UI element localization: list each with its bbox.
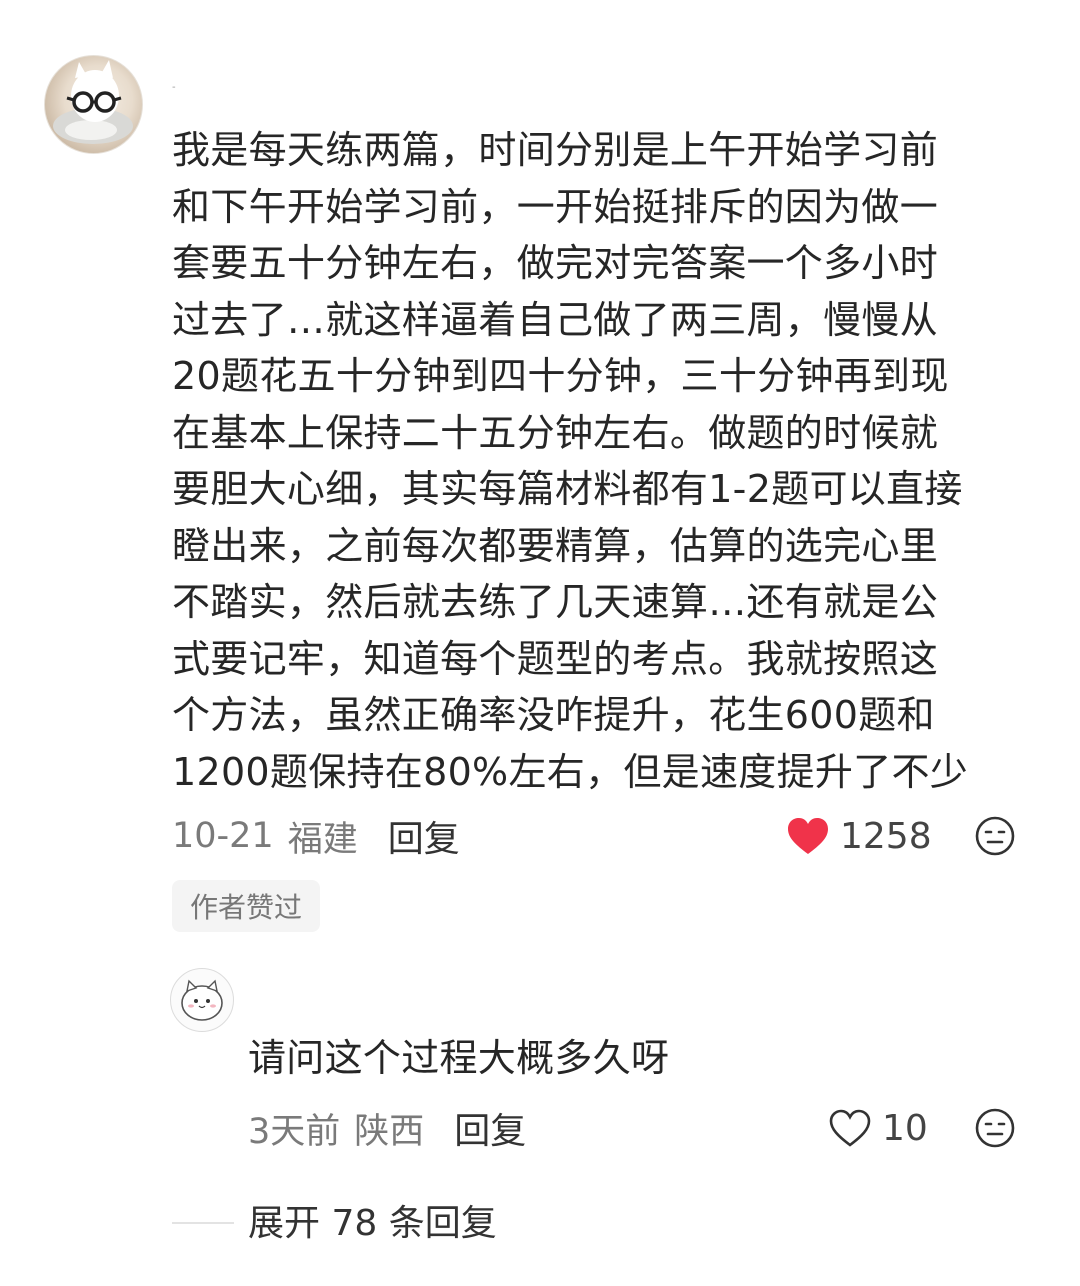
avatar-cat-with-glasses-icon xyxy=(53,60,133,144)
avatar-cartoon-cat-icon xyxy=(181,979,223,1021)
reply-reply-button[interactable]: 回复 xyxy=(454,1102,526,1154)
reply-like-button[interactable]: 10 xyxy=(828,1102,928,1154)
like-button[interactable]: 1258 xyxy=(786,808,932,864)
heart-filled-icon xyxy=(788,818,828,854)
emoji-button[interactable] xyxy=(974,815,1016,857)
emoji-icon xyxy=(975,1108,1015,1148)
reply-button[interactable]: 回复 xyxy=(388,810,460,862)
reply-date: 3天前 xyxy=(248,1111,341,1152)
reply-like-count: 10 xyxy=(882,1107,928,1149)
username[interactable]: - xyxy=(172,82,178,93)
author-liked-badge: 作者赞过 xyxy=(172,880,321,932)
comment-region: 福建 xyxy=(287,819,358,860)
like-count: 1258 xyxy=(840,815,932,857)
reply-emoji-button[interactable] xyxy=(974,1107,1016,1149)
heart-outline-icon xyxy=(829,1109,871,1147)
emoji-icon xyxy=(975,816,1015,856)
reply-avatar[interactable] xyxy=(170,968,234,1032)
reply-meta: 3天前 陕西 回复 xyxy=(248,1102,526,1154)
comment-date: 10-21 xyxy=(172,816,274,856)
expand-replies-button[interactable]: 展开 78 条回复 xyxy=(248,1198,497,1250)
comment-text: 我是每天练两篇，时间分别是上午开始学习前 和下午开始学习前，一开始挺排斥的因为做… xyxy=(172,128,969,794)
avatar[interactable] xyxy=(44,55,143,154)
reply-text: 请问这个过程大概多久呀 xyxy=(248,1036,670,1080)
expand-divider xyxy=(172,1222,234,1224)
reply-region: 陕西 xyxy=(354,1111,425,1152)
